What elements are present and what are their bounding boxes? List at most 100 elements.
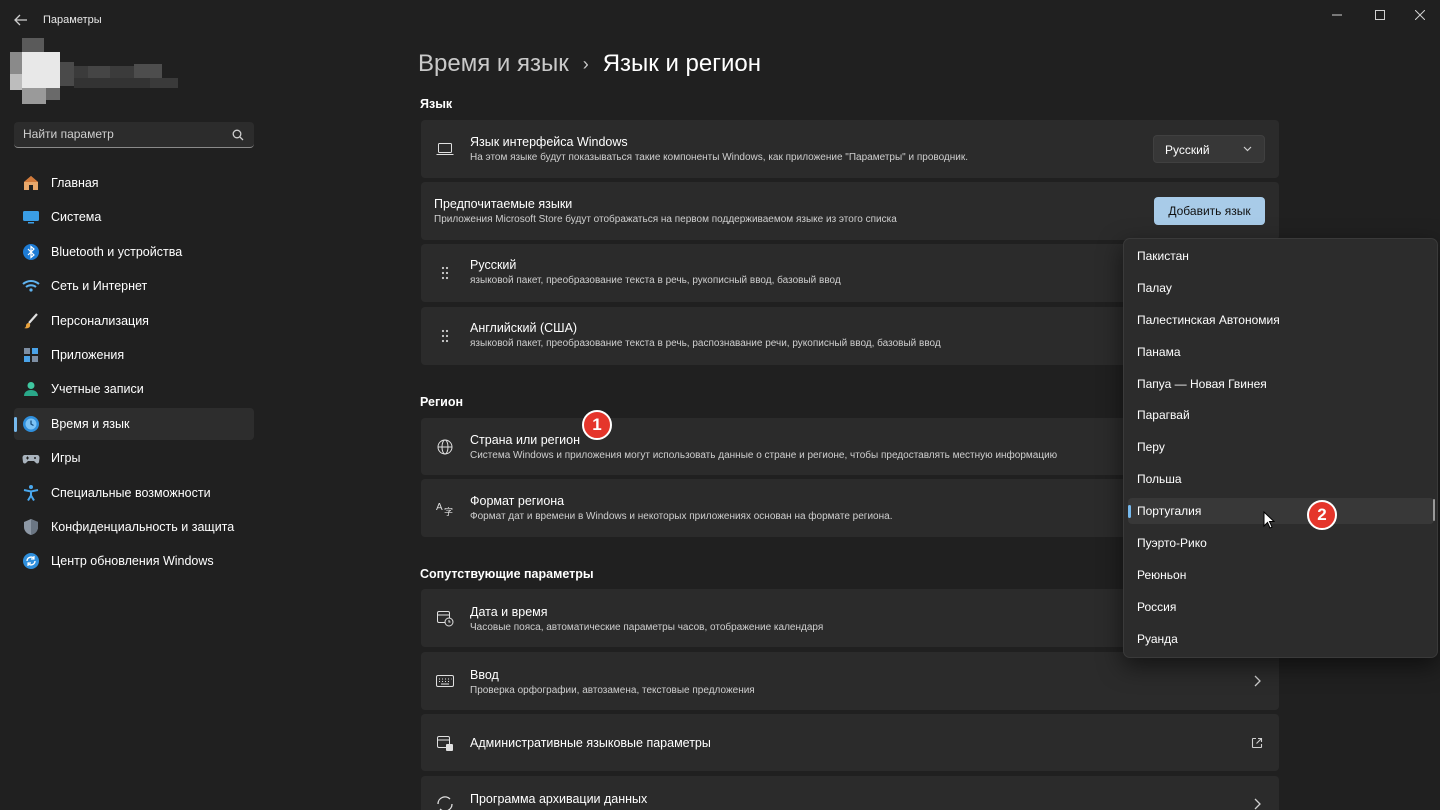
region-section-title: Регион xyxy=(420,395,464,409)
drag-handle-icon[interactable] xyxy=(435,326,455,346)
maximize-icon xyxy=(1375,10,1385,20)
typing-title: Ввод xyxy=(470,668,499,682)
chevron-right-icon xyxy=(1254,798,1261,810)
typing-desc: Проверка орфографии, автозамена, текстов… xyxy=(470,685,755,696)
country-option[interactable]: Панама xyxy=(1128,339,1434,365)
sidebar-item-system[interactable]: Система xyxy=(14,201,254,233)
keyboard-icon xyxy=(435,671,455,691)
back-arrow-icon xyxy=(14,14,27,26)
laptop-icon xyxy=(435,139,455,159)
country-dropdown-list[interactable]: Пакистан Палау Палестинская Автономия Па… xyxy=(1123,238,1438,658)
country-option[interactable]: Пакистан xyxy=(1128,243,1434,269)
country-option-selected[interactable]: Португалия xyxy=(1128,498,1434,524)
sidebar-item-label: Приложения xyxy=(51,347,125,362)
display-language-desc: На этом языке будут показываться такие к… xyxy=(470,152,969,163)
back-button[interactable] xyxy=(8,8,34,32)
sidebar-item-label: Время и язык xyxy=(51,416,130,431)
search-box[interactable] xyxy=(14,122,254,148)
sidebar-item-label: Игры xyxy=(51,451,81,466)
country-option[interactable]: Руанда xyxy=(1128,626,1434,652)
annotation-badge-2: 2 xyxy=(1307,500,1337,530)
apps-icon xyxy=(22,346,40,364)
sidebar-item-network[interactable]: Сеть и Интернет xyxy=(14,270,254,302)
country-option[interactable]: Палау xyxy=(1128,275,1434,301)
sidebar-item-home[interactable]: Главная xyxy=(14,167,254,199)
sidebar-item-apps[interactable]: Приложения xyxy=(14,339,254,371)
display-language-dropdown[interactable]: Русский xyxy=(1153,135,1265,163)
country-option[interactable]: Парагвай xyxy=(1128,402,1434,428)
sidebar-item-label: Учетные записи xyxy=(51,382,144,397)
home-icon xyxy=(22,174,40,192)
sidebar-item-accessibility[interactable]: Специальные возможности xyxy=(14,477,254,509)
sidebar-item-label: Система xyxy=(51,210,102,225)
drag-handle-icon[interactable] xyxy=(435,263,455,283)
language-item-title: Английский (США) xyxy=(470,321,578,335)
country-option[interactable]: Реюньон xyxy=(1128,562,1434,588)
country-option[interactable]: Палестинская Автономия xyxy=(1128,307,1434,333)
svg-text:字: 字 xyxy=(444,506,453,516)
time-language-icon xyxy=(22,415,40,433)
sidebar-item-bluetooth[interactable]: Bluetooth и устройства xyxy=(14,236,254,268)
external-link-icon xyxy=(1251,737,1263,748)
backup-icon xyxy=(435,794,455,810)
bluetooth-icon xyxy=(22,243,40,261)
annotation-badge-1: 1 xyxy=(582,410,612,440)
system-icon xyxy=(22,208,40,226)
sidebar-item-label: Персонализация xyxy=(51,313,149,328)
svg-text:A: A xyxy=(436,502,443,513)
update-icon xyxy=(22,552,40,570)
close-button[interactable] xyxy=(1399,0,1440,30)
sidebar-item-label: Конфиденциальность и защита xyxy=(51,519,235,534)
sidebar-item-accounts[interactable]: Учетные записи xyxy=(14,373,254,405)
date-time-desc: Часовые пояса, автоматические параметры … xyxy=(470,622,824,633)
language-section-title: Язык xyxy=(420,97,453,111)
country-option[interactable]: Папуа — Новая Гвинея xyxy=(1128,371,1434,397)
add-language-button[interactable]: Добавить язык xyxy=(1154,197,1265,225)
country-region-desc: Система Windows и приложения могут испол… xyxy=(470,450,1058,461)
preferred-languages-desc: Приложения Microsoft Store будут отображ… xyxy=(434,214,897,225)
display-language-card: Язык интерфейса Windows На этом языке бу… xyxy=(421,120,1279,178)
regional-format-title: Формат региона xyxy=(470,494,565,508)
country-option[interactable]: Польша xyxy=(1128,466,1434,492)
maximize-button[interactable] xyxy=(1359,0,1401,30)
chevron-right-icon xyxy=(1254,675,1261,687)
popup-scrollbar[interactable] xyxy=(1433,499,1435,521)
language-item-title: Русский xyxy=(470,258,517,272)
breadcrumb-parent[interactable]: Время и язык xyxy=(418,50,569,78)
display-language-title: Язык интерфейса Windows xyxy=(470,135,628,149)
admin-language-title: Административные языковые параметры xyxy=(470,736,711,750)
sidebar-item-label: Специальные возможности xyxy=(51,485,211,500)
country-option[interactable]: Перу xyxy=(1128,434,1434,460)
app-title: Параметры xyxy=(43,14,102,26)
breadcrumb-separator: › xyxy=(582,53,589,74)
country-option[interactable]: Россия xyxy=(1128,594,1434,620)
sidebar-item-label: Центр обновления Windows xyxy=(51,554,214,569)
admin-language-card[interactable]: Административные языковые параметры xyxy=(421,714,1279,771)
account-icon xyxy=(22,380,40,398)
country-option[interactable]: Пуэрто-Рико xyxy=(1128,530,1434,556)
wifi-icon xyxy=(22,277,40,295)
sidebar-item-label: Bluetooth и устройства xyxy=(51,244,183,259)
search-icon[interactable] xyxy=(232,128,244,146)
search-input[interactable] xyxy=(23,127,223,141)
backup-title: Программа архивации данных xyxy=(470,792,648,806)
sidebar-item-windows-update[interactable]: Центр обновления Windows xyxy=(14,545,254,577)
country-region-title: Страна или регион xyxy=(470,433,581,447)
sidebar-item-personalization[interactable]: Персонализация xyxy=(14,305,254,337)
mouse-cursor-icon xyxy=(1263,510,1276,534)
sidebar-item-time-language[interactable]: Время и язык xyxy=(14,407,254,440)
language-item-desc: языковой пакет, преобразование текста в … xyxy=(470,338,941,349)
sidebar-item-gaming[interactable]: Игры xyxy=(14,442,254,474)
backup-card[interactable]: Программа архивации данных xyxy=(421,776,1279,810)
globe-icon xyxy=(435,437,455,457)
minimize-icon xyxy=(1332,14,1342,16)
minimize-button[interactable] xyxy=(1316,0,1358,30)
sidebar-item-privacy[interactable]: Конфиденциальность и защита xyxy=(14,511,254,543)
chevron-down-icon xyxy=(1243,146,1252,152)
typing-card[interactable]: Ввод Проверка орфографии, автозамена, те… xyxy=(421,652,1279,710)
brush-icon xyxy=(22,312,40,330)
sidebar-nav: Главная Система Bluetooth и устройства С… xyxy=(14,167,254,580)
avatar[interactable] xyxy=(10,38,180,104)
date-time-title: Дата и время xyxy=(470,605,548,619)
admin-language-icon xyxy=(435,733,455,753)
